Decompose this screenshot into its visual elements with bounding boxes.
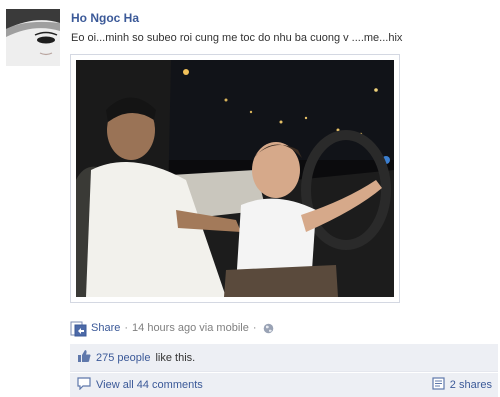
comments-bar: View all 44 comments 2 shares — [70, 373, 498, 397]
post-photo[interactable] — [70, 54, 400, 303]
globe-icon[interactable] — [263, 323, 274, 334]
view-comments-label: View all 44 comments — [96, 379, 203, 391]
post-message: Eo oi...minh so subeo roi cung me toc do… — [71, 32, 403, 44]
shares-label: 2 shares — [449, 379, 492, 391]
author-name[interactable]: Ho Ngoc Ha — [71, 11, 139, 25]
shares-icon — [432, 377, 445, 393]
divider — [70, 371, 498, 372]
view-comments-link[interactable]: View all 44 comments — [77, 377, 203, 393]
thumbs-up-icon — [77, 349, 91, 366]
avatar-image — [6, 9, 60, 66]
likes-count-link[interactable]: 275 people — [96, 352, 150, 364]
post-meta: Share · 14 hours ago via mobile · — [70, 319, 274, 337]
meta-separator: · — [124, 322, 129, 334]
shares-link[interactable]: 2 shares — [432, 373, 492, 397]
likes-suffix: like this. — [155, 351, 196, 364]
author-avatar[interactable] — [6, 9, 60, 66]
post-timestamp[interactable]: 14 hours ago via mobile — [132, 322, 249, 334]
likes-summary: 275 people like this. — [70, 344, 498, 371]
share-icon[interactable] — [70, 320, 87, 337]
photo-image — [76, 60, 394, 297]
meta-separator: · — [252, 322, 257, 334]
comment-icon — [77, 377, 91, 393]
share-link[interactable]: Share — [91, 322, 120, 334]
